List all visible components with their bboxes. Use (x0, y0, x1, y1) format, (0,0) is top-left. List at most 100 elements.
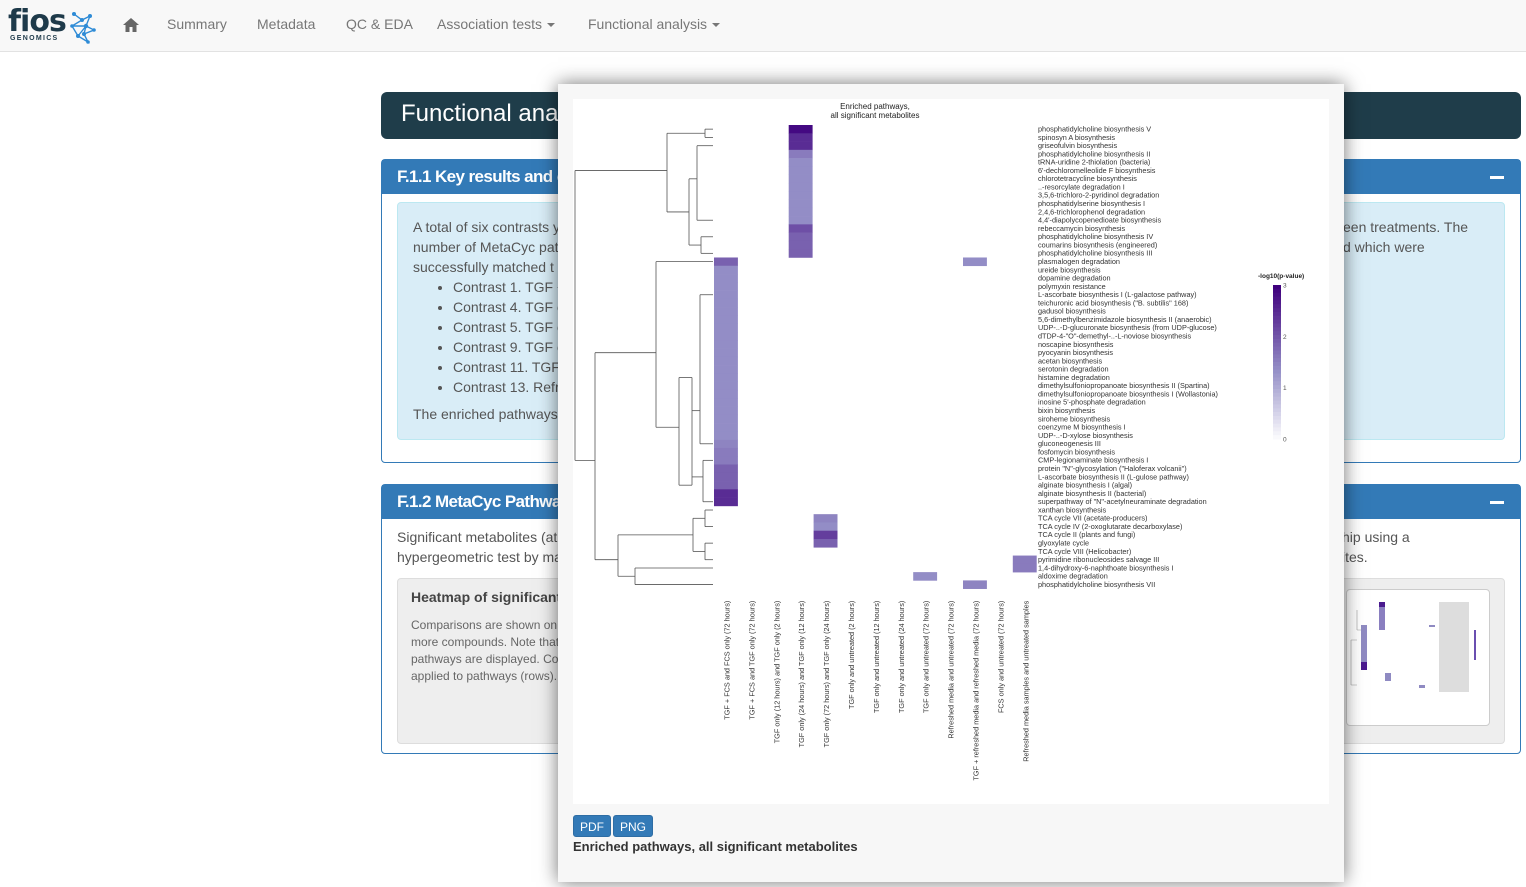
heatmap-cell (788, 166, 813, 175)
heatmap-cell (963, 580, 987, 589)
figure-desc-line: applied to pathways (rows). (411, 669, 558, 683)
colorbar-tick: 2 (1283, 334, 1287, 341)
colorbar-segment (1273, 365, 1281, 371)
heatmap-cell (714, 356, 738, 366)
colorbar-segment (1273, 296, 1281, 301)
column-label: TGF only and untreated (2 hours) (847, 601, 856, 709)
download-png-button[interactable]: PNG (613, 815, 654, 837)
heatmap-cell (714, 257, 738, 267)
heatmap-cell (788, 149, 813, 159)
nav-qc-eda[interactable]: QC & EDA (346, 16, 413, 32)
colorbar-segment (1273, 308, 1281, 313)
colorbar-segment (1273, 412, 1281, 417)
minus-icon[interactable] (1490, 501, 1504, 504)
column-label: TGF only (24 hours) and TGF only (12 hou… (797, 601, 806, 748)
heatmap-cell (714, 348, 738, 358)
colorbar-segment (1273, 323, 1281, 328)
description-right-line: hip using a (1342, 529, 1410, 545)
colorbar-segment (1273, 304, 1281, 309)
network-logo-icon (70, 12, 96, 44)
colorbar-segment (1273, 369, 1281, 375)
heatmap-cell (714, 481, 738, 490)
colorbar-segment (1273, 400, 1281, 405)
nav-summary-label: Summary (167, 16, 227, 32)
heatmap-cell (788, 158, 813, 167)
colorbar-segment (1273, 292, 1281, 298)
colorbar-segment (1273, 362, 1281, 367)
colorbar-segment (1273, 396, 1281, 401)
description-line: Significant metabolites (at (397, 529, 558, 545)
nav-summary[interactable]: Summary (167, 16, 227, 32)
chart-title-line2: all significant metabolites (831, 111, 920, 120)
heatmap-cell (714, 406, 738, 416)
heatmap-cell (963, 257, 987, 267)
lightbox-caption: Enriched pathways, all significant metab… (573, 839, 858, 854)
heatmap-cell (788, 191, 813, 200)
column-label: FCS only and untreated (72 hours) (996, 601, 1005, 713)
heatmap-cell (788, 133, 813, 142)
nav-functional-analysis[interactable]: Functional analysis (588, 16, 721, 32)
thumbnail-preview-icon (1350, 602, 1476, 692)
heatmap-cell (788, 199, 813, 209)
figure-desc-line: more compounds. Note that (411, 635, 560, 649)
heatmap-cell (714, 365, 738, 374)
heatmap-cell (714, 439, 738, 449)
row-dendrogram (574, 128, 713, 585)
heatmap-cell (714, 456, 738, 465)
panel-key-results-title: F.1.1 Key results and c (397, 167, 566, 186)
colorbar-segment (1273, 338, 1281, 344)
nav-metadata-label: Metadata (257, 16, 316, 32)
heatmap-cell (788, 216, 813, 225)
minus-icon[interactable] (1490, 176, 1504, 179)
chart-title-line1: Enriched pathways, (840, 102, 910, 111)
heatmap-thumbnail[interactable] (1346, 589, 1490, 726)
colorbar-segment (1273, 300, 1281, 305)
colorbar-segment (1273, 311, 1281, 317)
colorbar-segment (1273, 346, 1281, 351)
heatmap-cell (714, 497, 738, 507)
column-label: Refreshed media samples and untreated sa… (1021, 600, 1030, 761)
figure-description: Comparisons are shown on more compounds.… (411, 617, 561, 685)
description-line: hypergeometric test by ma (397, 549, 562, 565)
panel-metacyc-title: F.1.2 MetaCyc Pathwa (397, 492, 561, 511)
column-label: TGF only (72 hours) and TGF only (24 hou… (822, 601, 831, 748)
nav-functional-analysis-label: Functional analysis (588, 16, 708, 32)
heatmap-cell (714, 265, 738, 275)
heatmap-chart: Enriched pathways, all significant metab… (574, 102, 1304, 781)
nav-association-tests[interactable]: Association tests (437, 16, 556, 32)
heatmap-cell (714, 282, 738, 291)
metacyc-description-right: hip using a ites. (1342, 527, 1410, 567)
heatmap-cell (788, 182, 813, 192)
colorbar-segment (1273, 331, 1281, 336)
colorbar-segment (1273, 415, 1281, 421)
column-label: TGF only and untreated (24 hours) (897, 601, 906, 713)
colorbar-segment (1273, 342, 1281, 348)
colorbar-segment (1273, 354, 1281, 359)
top-navbar: fios GENOMICS Summary Metadata QC & EDA … (0, 0, 1526, 52)
colorbar-segment (1273, 419, 1281, 425)
heatmap-cell (714, 423, 738, 432)
colorbar-segment (1273, 381, 1281, 386)
nav-metadata[interactable]: Metadata (257, 16, 315, 32)
heatmap-cell (714, 290, 738, 300)
heatmap-cell (714, 332, 738, 341)
colorbar-segment (1273, 388, 1281, 394)
image-lightbox: Enriched pathways, all significant metab… (558, 84, 1344, 882)
fios-genomics-logo[interactable]: fios GENOMICS (8, 4, 98, 46)
intro-right-text: een treatments. The d which were (1343, 217, 1468, 257)
heatmap-cell (714, 489, 738, 498)
figure-desc-line: pathways are displayed. Col (411, 652, 562, 666)
heatmap-cell (1012, 555, 1037, 565)
column-label: TGF + FCS and FCS only (72 hours) (722, 601, 731, 720)
heatmap-cell (714, 398, 738, 407)
heatmap-cell (714, 373, 738, 382)
page-title: Functional ana (401, 100, 559, 127)
colorbar-segment (1273, 385, 1281, 390)
heatmap-cell (788, 249, 813, 258)
heatmap-cell (788, 232, 813, 242)
home-icon[interactable] (122, 16, 140, 34)
heatmap-cell (714, 431, 738, 440)
download-pdf-button[interactable]: PDF (573, 815, 611, 837)
colorbar-segment (1273, 335, 1281, 340)
colorbar-segment (1273, 392, 1281, 398)
